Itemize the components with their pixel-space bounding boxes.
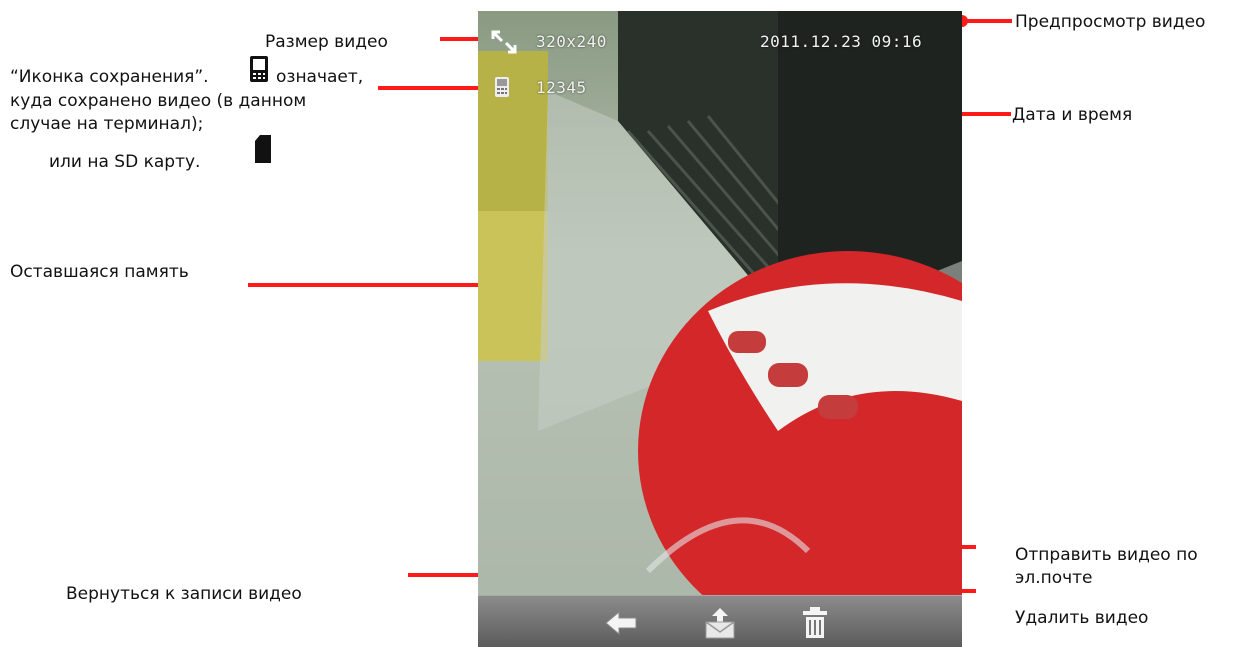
back-arrow-icon bbox=[604, 610, 638, 640]
phone-storage-icon bbox=[494, 76, 510, 102]
delete-video-label: Удалить видео bbox=[1015, 608, 1149, 628]
resolution-readout: 320x240 bbox=[536, 32, 607, 51]
video-preview[interactable]: 320x240 2011.12.23 09:16 12345 bbox=[478, 11, 962, 647]
phone-storage-icon bbox=[249, 55, 269, 87]
send-email-button[interactable] bbox=[703, 606, 737, 640]
send-email-icon bbox=[703, 606, 737, 644]
send-email-label-2: эл.почте bbox=[1015, 568, 1093, 588]
resize-arrows-icon bbox=[490, 29, 518, 59]
video-preview-label: Предпросмотр видео bbox=[1015, 12, 1206, 32]
back-button[interactable] bbox=[604, 606, 638, 640]
remaining-memory-label: Оставшаяся память bbox=[10, 262, 189, 282]
save-icon-desc-line1: “Иконка сохранения”. bbox=[10, 67, 209, 87]
video-size-label: Размер видео bbox=[265, 32, 388, 52]
back-to-recording-label: Вернуться к записи видео bbox=[66, 584, 302, 604]
send-email-label-1: Отправить видео по bbox=[1015, 545, 1198, 565]
delete-button[interactable] bbox=[798, 606, 832, 640]
remaining-memory-readout: 12345 bbox=[536, 78, 587, 97]
save-icon-desc-line2: означает, bbox=[276, 67, 364, 87]
save-icon-desc-line3: куда сохранено видео (в данном bbox=[10, 91, 307, 111]
datetime-readout: 2011.12.23 09:16 bbox=[760, 32, 923, 51]
save-icon-desc-line4: случае на терминал); bbox=[10, 114, 204, 134]
bottom-toolbar bbox=[478, 595, 962, 647]
preview-callout bbox=[962, 19, 1012, 23]
trash-icon bbox=[800, 606, 830, 644]
date-time-label: Дата и время bbox=[1012, 105, 1133, 125]
save-icon-desc-line5: или на SD карту. bbox=[49, 152, 201, 172]
video-frame bbox=[478, 11, 962, 647]
sd-card-icon bbox=[254, 134, 272, 168]
